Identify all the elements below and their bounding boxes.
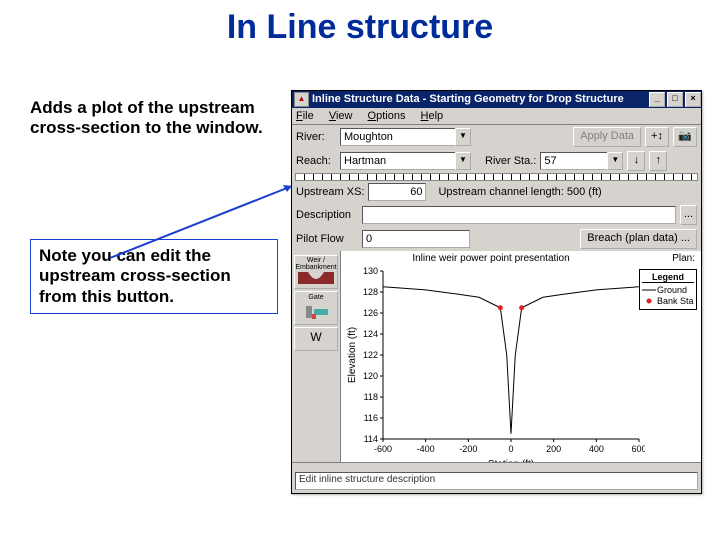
svg-text:128: 128: [363, 287, 378, 297]
close-button[interactable]: ×: [685, 92, 701, 107]
menu-file[interactable]: File: [296, 110, 314, 122]
minimize-button[interactable]: _: [649, 92, 665, 107]
svg-text:400: 400: [589, 444, 604, 454]
svg-text:-200: -200: [459, 444, 477, 454]
breach-button[interactable]: Breach (plan data) ...: [580, 229, 697, 249]
plot-area[interactable]: Inline weir power point presentation Pla…: [341, 251, 701, 476]
legend-ground: Ground: [642, 285, 694, 295]
river-field[interactable]: Moughton: [340, 128, 455, 146]
titlebar[interactable]: ▲ Inline Structure Data - Starting Geome…: [292, 91, 701, 108]
description-field[interactable]: [362, 206, 676, 224]
svg-text:120: 120: [363, 371, 378, 381]
maximize-button[interactable]: □: [667, 92, 683, 107]
svg-text:600: 600: [631, 444, 645, 454]
description-more-button[interactable]: ...: [680, 205, 697, 225]
river-sta-dropdown[interactable]: ▼: [607, 152, 623, 170]
legend-title: Legend: [642, 272, 694, 283]
pilot-flow-field[interactable]: 0: [362, 230, 470, 248]
svg-text:130: 130: [363, 266, 378, 276]
svg-text:114: 114: [364, 434, 378, 444]
river-sta-field[interactable]: 57: [540, 152, 607, 170]
note-box: Note you can edit the upstream cross-sec…: [30, 239, 278, 314]
nav-up-button[interactable]: ↑: [649, 151, 667, 171]
river-label: River:: [296, 131, 336, 143]
w-button[interactable]: W: [294, 327, 338, 351]
upstream-length-label: Upstream channel length: 500 (ft): [438, 186, 601, 198]
svg-text:118: 118: [364, 392, 378, 402]
nav-down-button[interactable]: ↓: [627, 151, 645, 171]
menu-view[interactable]: View: [329, 110, 353, 122]
window-title: Inline Structure Data - Starting Geometr…: [312, 91, 647, 108]
menu-options[interactable]: Options: [368, 110, 406, 122]
pilot-flow-label: Pilot Flow: [296, 233, 358, 245]
reach-field[interactable]: Hartman: [340, 152, 455, 170]
camera-icon[interactable]: 📷: [673, 127, 697, 147]
add-icon[interactable]: +↕: [645, 127, 669, 147]
reach-label: Reach:: [296, 155, 336, 167]
ruler: [295, 173, 698, 181]
status-bar: Edit inline structure description: [295, 472, 698, 490]
svg-text:124: 124: [363, 329, 378, 339]
river-sta-label: River Sta.:: [485, 155, 536, 167]
svg-text:-600: -600: [374, 444, 392, 454]
menubar: File View Options Help: [292, 108, 701, 125]
svg-text:126: 126: [363, 308, 378, 318]
slide-paragraph-2: Note you can edit the upstream cross-sec…: [39, 246, 269, 307]
reach-dropdown[interactable]: ▼: [455, 152, 471, 170]
svg-text:-400: -400: [417, 444, 435, 454]
svg-text:0: 0: [508, 444, 513, 454]
weir-embankment-button[interactable]: Weir / Embankment: [294, 255, 338, 289]
app-icon: ▲: [294, 92, 309, 107]
plot-title: Inline weir power point presentation: [341, 253, 641, 264]
slide-paragraph-1: Adds a plot of the upstream cross-sectio…: [30, 98, 280, 139]
chart: 114 116 118 120 122 124 126 128 130 -600 -400 -200 0…: [345, 265, 645, 471]
svg-text:116: 116: [364, 413, 378, 423]
upstream-xs-field[interactable]: 60: [368, 183, 426, 201]
gate-button[interactable]: Gate: [294, 291, 338, 325]
legend-banksta: Bank Sta: [642, 296, 694, 306]
menu-help[interactable]: Help: [421, 110, 444, 122]
legend: Legend Ground Bank Sta: [639, 269, 697, 310]
tool-column: Weir / Embankment Gate W: [292, 251, 341, 476]
svg-text:Elevation (ft): Elevation (ft): [347, 327, 358, 383]
inline-structure-window: ▲ Inline Structure Data - Starting Geome…: [291, 90, 702, 494]
slide-title: In Line structure: [0, 8, 720, 47]
apply-data-button[interactable]: Apply Data: [573, 127, 641, 147]
svg-text:122: 122: [363, 350, 378, 360]
river-dropdown[interactable]: ▼: [455, 128, 471, 146]
upstream-xs-label: Upstream XS:: [296, 186, 364, 198]
svg-text:200: 200: [546, 444, 561, 454]
description-label: Description: [296, 209, 358, 221]
plot-plan-label: Plan:: [672, 253, 695, 264]
